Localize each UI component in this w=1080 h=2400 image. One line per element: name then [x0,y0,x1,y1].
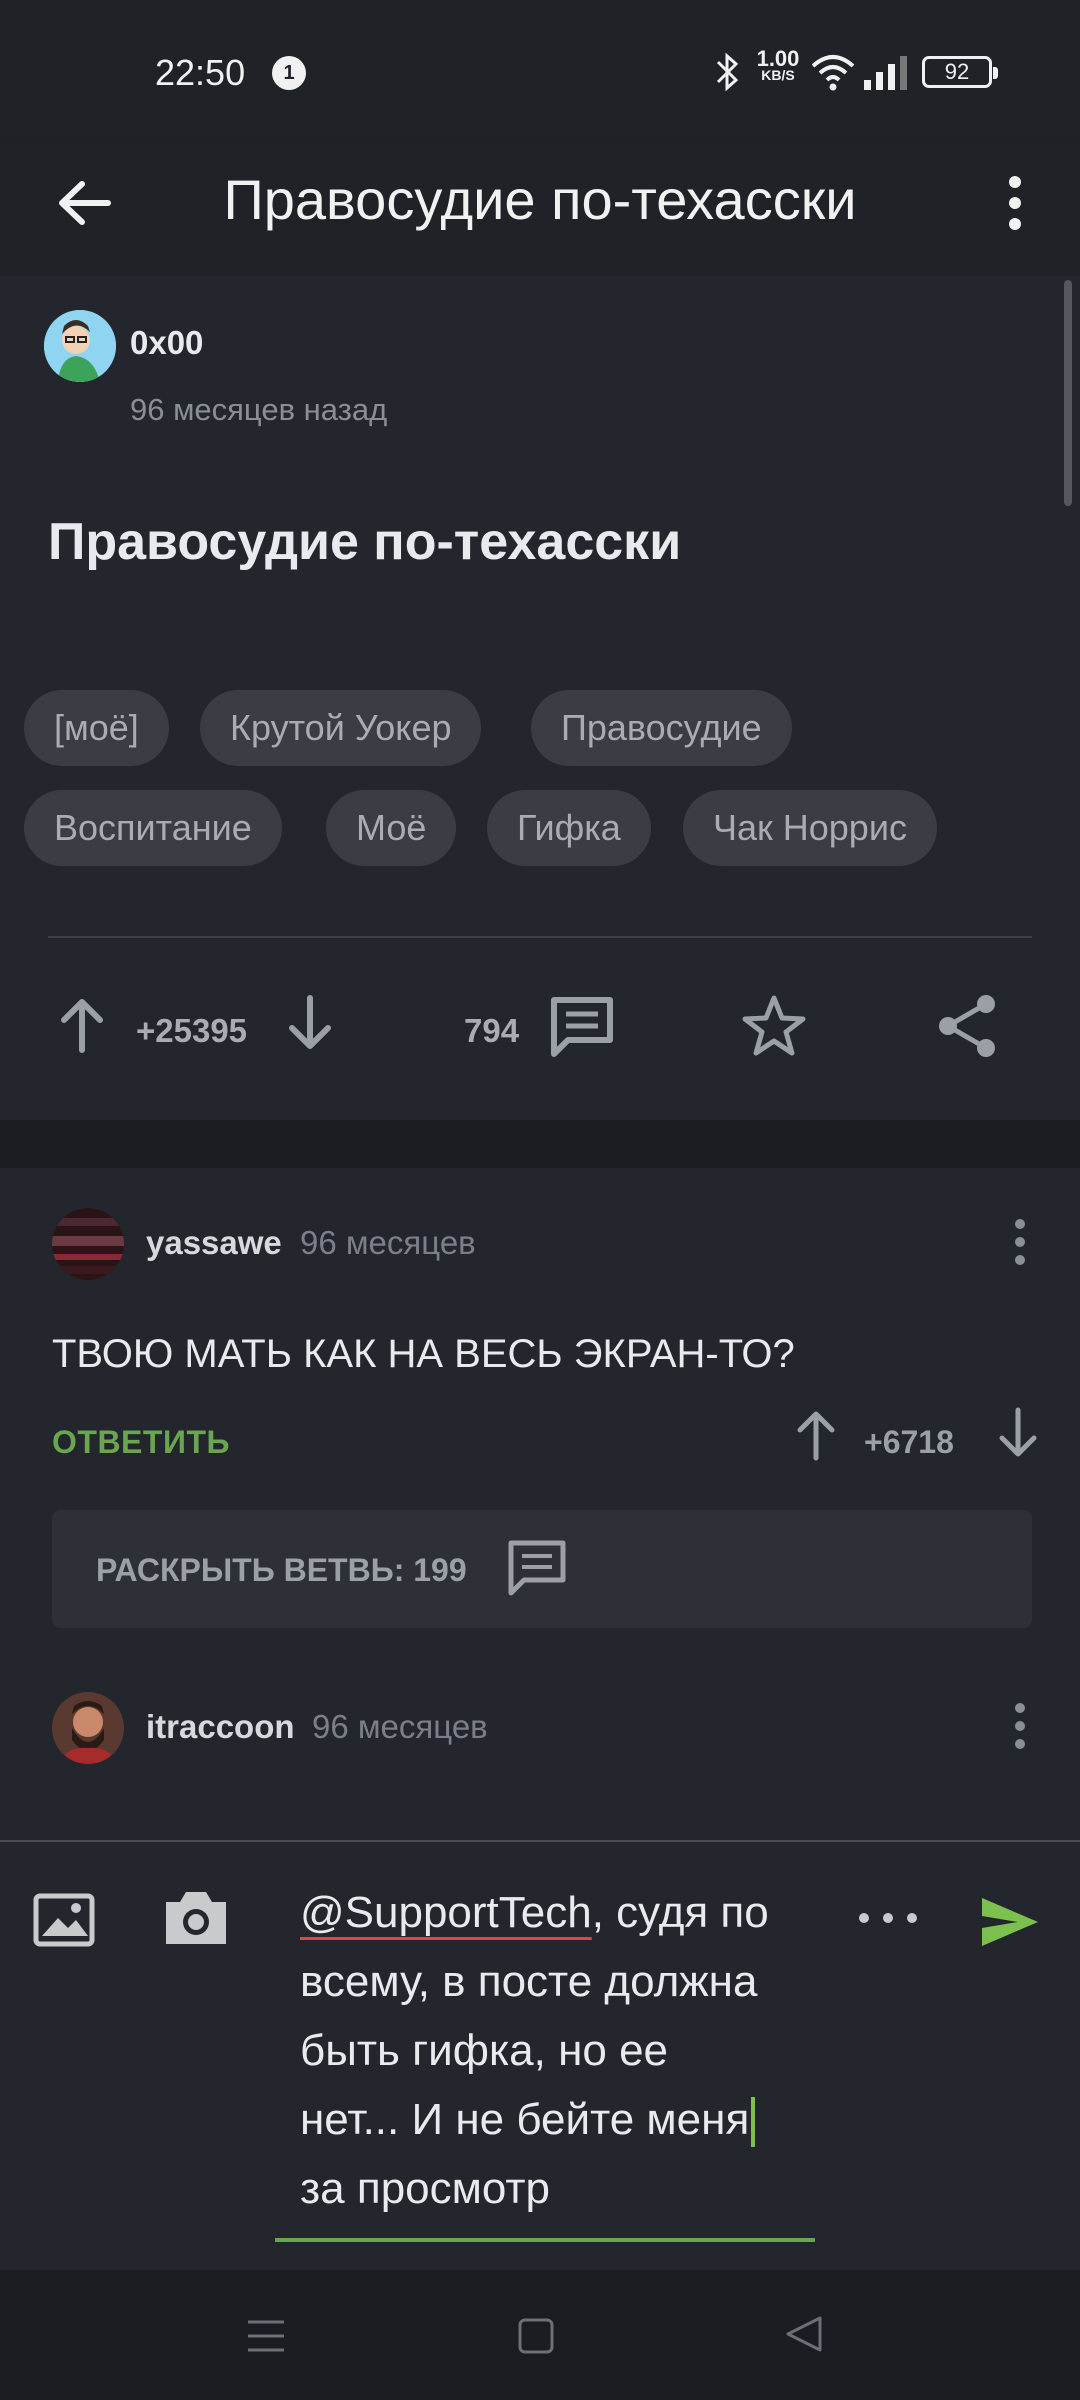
comment-author[interactable]: yassawe [146,1224,282,1262]
camera-icon [166,1892,226,1944]
tag-chip[interactable]: Гифка [487,790,651,866]
text-cursor [751,2097,756,2148]
comment-input-panel: @SupportTech, судя по всему, в посте дол… [0,1840,1080,2270]
more-horizontal-icon [859,1913,917,1923]
post-card: 0x00 96 месяцев назад Правосудие по-теха… [0,276,1080,1120]
network-speed: 1.00 KB/S [756,46,800,84]
comment-text: ТВОЮ МАТЬ КАК НА ВЕСЬ ЭКРАН-ТО? [52,1332,795,1376]
notification-badge: 1 [272,56,306,90]
home-button[interactable] [516,2316,556,2361]
comment-more-button[interactable] [1000,1212,1040,1272]
tag-chip[interactable]: Воспитание [24,790,282,866]
back-button[interactable] [50,168,120,238]
post-time: 96 месяцев назад [130,392,388,427]
star-icon [742,995,806,1056]
send-icon [982,1898,1038,1946]
page-title: Правосудие по-техасски [223,168,857,231]
comment-time: 96 месяцев [300,1224,476,1261]
arrow-up-icon [61,999,103,1053]
divider [48,936,1032,938]
comment-icon [551,997,613,1057]
share-button[interactable] [936,992,1000,1065]
comment-icon [506,1538,568,1603]
comment-author[interactable]: itraccoon [146,1708,295,1746]
section-gap [0,1120,1080,1168]
arrow-down-icon [289,995,331,1049]
tag-chip[interactable]: Правосудие [531,690,792,766]
more-vertical-icon [1015,1219,1025,1265]
comments-list: yassawe 96 месяцев ТВОЮ МАТЬ КАК НА ВЕСЬ… [0,1168,1080,1840]
commenter-avatar[interactable] [52,1208,124,1280]
recent-apps-button[interactable] [246,2316,286,2361]
more-vertical-icon [1009,176,1021,230]
downvote-button[interactable] [282,994,338,1059]
mention-text: @SupportTech [300,1888,592,1937]
tag-chip[interactable]: Крутой Уокер [200,690,482,766]
author-name[interactable]: 0x00 [130,324,203,362]
comment-upvote-button[interactable] [792,1406,840,1467]
more-vertical-icon [1015,1703,1025,1749]
comments-count[interactable]: 794 [464,1012,519,1050]
message-input[interactable]: @SupportTech, судя по всему, в посте дол… [300,1878,840,2223]
favorite-button[interactable] [740,992,808,1065]
tag-chip[interactable]: Чак Норрис [683,790,937,866]
input-underline [275,2238,815,2242]
triangle-back-icon [786,2316,822,2352]
tag-chip[interactable]: [моё] [24,690,169,766]
reply-button[interactable]: ОТВЕТИТЬ [52,1424,230,1461]
signal-icon [862,52,912,97]
status-bar: 22:50 1 1.00 KB/S 92 [0,0,1080,140]
square-icon [518,2318,554,2354]
comment-rating: +6718 [864,1424,954,1460]
scrollbar[interactable] [1064,280,1072,506]
image-icon [33,1893,95,1947]
post-title: Правосудие по-техасски [48,513,682,571]
more-options-button[interactable] [856,1906,920,1935]
comment-time: 96 месяцев [312,1708,488,1745]
comment-more-button[interactable] [1000,1696,1040,1756]
attach-image-button[interactable] [32,1892,96,1953]
send-button[interactable] [978,1894,1042,1955]
comment-downvote-button[interactable] [994,1406,1042,1467]
app-bar: Правосудие по-техасски [0,140,1080,276]
arrow-down-icon [999,1407,1037,1457]
status-time: 22:50 [155,52,246,93]
comments-button[interactable] [548,994,616,1063]
share-icon [939,995,995,1057]
camera-button[interactable] [162,1886,230,1955]
upvote-button[interactable] [54,994,110,1059]
commenter-avatar[interactable] [52,1692,124,1764]
arrow-left-icon [59,181,111,225]
expand-branch-button[interactable]: РАСКРЫТЬ ВЕТВЬ: 199 [52,1510,1032,1628]
overflow-menu-button[interactable] [980,168,1050,238]
wifi-icon [810,52,856,97]
battery-indicator: 92 [922,56,998,88]
menu-icon [248,2320,284,2352]
expand-branch-label: РАСКРЫТЬ ВЕТВЬ: 199 [96,1552,467,1588]
author-avatar[interactable] [44,310,116,382]
tag-chip[interactable]: Моё [326,790,457,866]
system-navigation-bar [0,2270,1080,2400]
post-rating: +25395 [136,1012,248,1049]
system-back-button[interactable] [782,2312,826,2361]
bluetooth-icon [712,52,742,97]
arrow-up-icon [797,1411,835,1461]
